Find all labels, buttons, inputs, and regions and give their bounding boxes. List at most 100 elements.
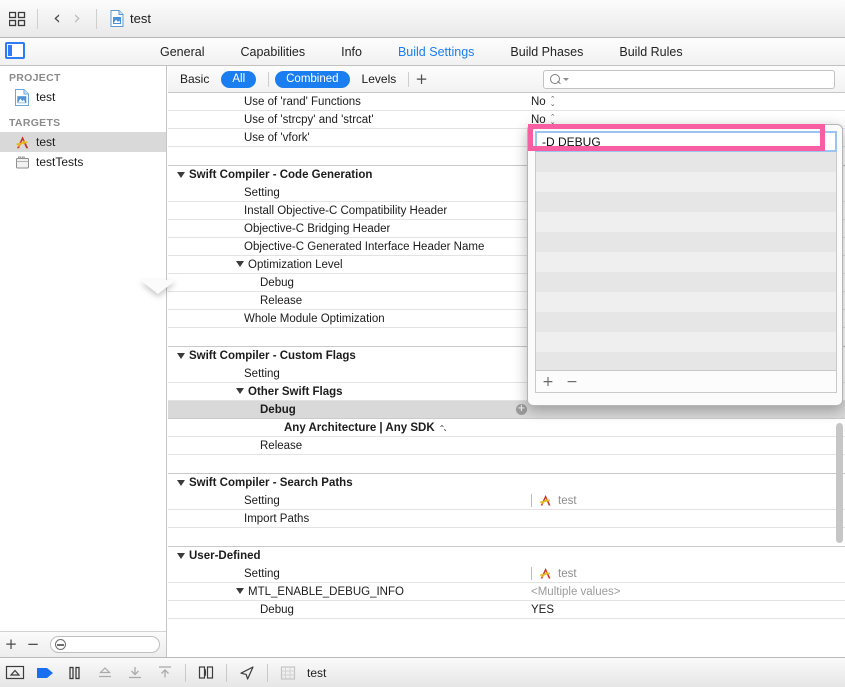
setting-name: MTL_ENABLE_DEBUG_INFO xyxy=(168,586,404,598)
table-row[interactable]: Release xyxy=(168,437,845,455)
scrollbar-thumb[interactable] xyxy=(836,423,843,543)
table-row[interactable]: Setting test xyxy=(168,492,845,510)
setting-name-text: Whole Module Optimization xyxy=(244,312,385,325)
sidebar-item-target-testTests[interactable]: testTests xyxy=(0,152,166,172)
flag-list-item[interactable] xyxy=(536,192,836,212)
setting-name: Use of 'vfork' xyxy=(168,132,310,144)
flag-list-item[interactable] xyxy=(536,172,836,192)
setting-name-text: Setting xyxy=(244,567,280,580)
build-settings-toolbar: Basic All Combined Levels + xyxy=(168,66,845,93)
flag-list-item[interactable] xyxy=(536,292,836,312)
setting-name-text: Setting xyxy=(244,186,280,199)
filter-icon xyxy=(55,639,66,650)
flag-list-item[interactable] xyxy=(536,272,836,292)
setting-value[interactable]: No ⌃ ⌄ xyxy=(531,95,556,108)
grid-icon[interactable] xyxy=(8,10,28,28)
bottombar-divider-1 xyxy=(185,663,186,682)
remove-flag-button[interactable]: − xyxy=(560,375,584,389)
tab-build-settings[interactable]: Build Settings xyxy=(398,45,474,59)
stepper-icon[interactable]: ⌃⌄ xyxy=(439,424,446,433)
step-over-icon[interactable] xyxy=(60,662,90,684)
table-row[interactable]: Use of 'rand' Functions No ⌃ ⌄ xyxy=(168,93,845,111)
forward-icon[interactable]: › xyxy=(67,9,87,28)
group-title: Swift Compiler - Search Paths xyxy=(189,477,353,489)
setting-name: Debug xyxy=(168,604,294,616)
sidebar-footer: + − xyxy=(0,631,167,657)
xcode-window: ‹ › test General Capabilities Info Build… xyxy=(0,0,845,687)
stepper-icon[interactable]: ⌃⌄ xyxy=(550,95,556,107)
remove-target-button[interactable]: − xyxy=(22,637,44,652)
tab-build-rules[interactable]: Build Rules xyxy=(619,45,682,59)
tab-capabilities[interactable]: Capabilities xyxy=(240,45,305,59)
segment-levels[interactable]: Levels xyxy=(362,72,397,86)
step-into-icon[interactable] xyxy=(90,662,120,684)
flag-list-item[interactable] xyxy=(536,232,836,252)
table-row[interactable]: Any Architecture | Any SDK ⌃⌄ xyxy=(168,419,845,437)
flag-value-input[interactable]: -D DEBUG xyxy=(535,131,837,152)
simulate-location-icon[interactable] xyxy=(232,662,262,684)
flag-list-item[interactable] xyxy=(536,152,836,172)
sidebar-filter-input[interactable] xyxy=(50,636,160,653)
sidebar-section-targets: TARGETS xyxy=(9,117,61,129)
setting-name-text: Setting xyxy=(244,494,280,507)
settings-group-header[interactable]: User-Defined xyxy=(168,546,845,565)
setting-name-text: Debug xyxy=(260,403,296,416)
tab-build-phases[interactable]: Build Phases xyxy=(510,45,583,59)
disclosure-triangle-icon[interactable] xyxy=(236,588,244,595)
setting-name: Setting xyxy=(168,187,280,199)
table-row[interactable]: Debug YES xyxy=(168,601,845,619)
add-target-button[interactable]: + xyxy=(0,637,22,652)
view-hierarchy-icon[interactable] xyxy=(191,662,221,684)
app-target-icon xyxy=(538,566,553,581)
flag-list-item[interactable] xyxy=(536,352,836,370)
add-user-defined-setting-button[interactable]: + xyxy=(415,71,428,87)
back-icon[interactable]: ‹ xyxy=(47,9,67,28)
setting-name: Install Objective-C Compatibility Header xyxy=(168,205,447,217)
disclosure-triangle-icon[interactable] xyxy=(177,553,185,559)
tab-general[interactable]: General xyxy=(160,45,204,59)
sidebar-item-target-test[interactable]: test xyxy=(0,132,166,152)
other-swift-flags-popover: -D DEBUG + − xyxy=(527,124,843,406)
segment-combined[interactable]: Combined xyxy=(275,70,350,88)
sidebar-item-project-test[interactable]: test xyxy=(0,87,166,107)
setting-name-text: Use of 'rand' Functions xyxy=(244,95,361,108)
top-toolbar: ‹ › test xyxy=(0,0,845,38)
flag-list-item[interactable] xyxy=(536,332,836,352)
disclosure-triangle-icon[interactable] xyxy=(177,480,185,486)
settings-group-header[interactable]: Swift Compiler - Search Paths xyxy=(168,473,845,492)
setting-value[interactable]: YES xyxy=(531,604,554,616)
breadcrumb[interactable]: test xyxy=(110,10,151,27)
disclosure-triangle-icon[interactable] xyxy=(236,388,244,395)
flag-list-item[interactable] xyxy=(536,252,836,272)
add-value-button[interactable]: + xyxy=(516,404,527,415)
setting-value[interactable]: <Multiple values> xyxy=(531,586,621,598)
target-name: test xyxy=(558,494,577,507)
segment-all[interactable]: All xyxy=(221,70,257,88)
memory-graph-icon[interactable] xyxy=(273,662,303,684)
disclosure-triangle-icon[interactable] xyxy=(177,353,185,359)
setting-name-text: Import Paths xyxy=(244,512,310,525)
table-spacer xyxy=(168,455,845,473)
stepper-icon[interactable]: ⌃⌄ xyxy=(550,113,556,125)
flag-list-item[interactable] xyxy=(536,312,836,332)
table-row[interactable]: Import Paths xyxy=(168,510,845,528)
debug-bar-label: test xyxy=(307,665,327,680)
sidebar-section-project: PROJECT xyxy=(9,72,61,84)
add-flag-button[interactable]: + xyxy=(536,375,560,389)
project-file-icon xyxy=(14,88,31,106)
segment-basic[interactable]: Basic xyxy=(180,72,209,86)
bottombar-divider-2 xyxy=(226,663,227,682)
disclosure-triangle-icon[interactable] xyxy=(177,172,185,178)
tab-info[interactable]: Info xyxy=(341,45,362,59)
continue-icon[interactable] xyxy=(30,662,60,684)
table-row[interactable]: Setting test xyxy=(168,565,845,583)
breakpoint-navigator-icon[interactable] xyxy=(0,662,30,684)
step-out-icon[interactable] xyxy=(120,662,150,684)
flag-list-item[interactable] xyxy=(536,212,836,232)
disclosure-triangle-icon[interactable] xyxy=(236,261,244,268)
navigator-toggle-icon[interactable] xyxy=(5,42,25,59)
table-row[interactable]: MTL_ENABLE_DEBUG_INFO <Multiple values> xyxy=(168,583,845,601)
search-input[interactable] xyxy=(543,70,835,89)
setting-name-text: Setting xyxy=(244,367,280,380)
step-up-icon[interactable] xyxy=(150,662,180,684)
